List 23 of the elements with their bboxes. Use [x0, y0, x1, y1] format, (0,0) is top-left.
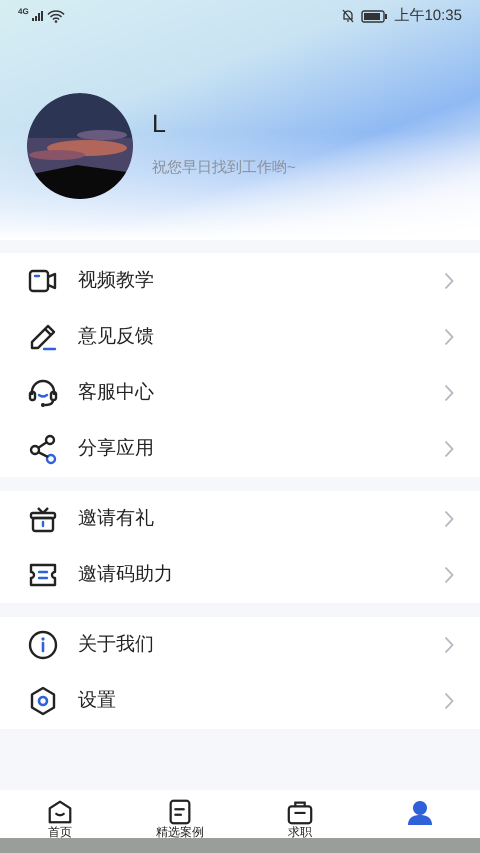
muted-bell-icon	[341, 9, 356, 23]
tab-item[interactable]: 首页	[0, 790, 120, 838]
signal-icon	[32, 11, 44, 21]
battery-icon	[361, 10, 388, 22]
network-label: 4G	[18, 6, 29, 18]
clock: 上午10:35	[394, 6, 462, 26]
person-icon	[405, 798, 435, 828]
user-tagline: 祝您早日找到工作哟~	[152, 158, 296, 178]
headset-icon	[27, 377, 59, 409]
tab-item[interactable]: 求职	[240, 790, 360, 838]
chevron-icon	[444, 384, 454, 402]
info-icon	[27, 629, 59, 661]
chevron-icon	[444, 328, 454, 346]
user-name: L	[152, 112, 167, 138]
chevron-icon	[444, 566, 454, 584]
chevron-icon	[444, 692, 454, 710]
chevron-icon	[444, 636, 454, 654]
tab-item[interactable]: 精选案例	[120, 790, 240, 838]
chevron-icon	[444, 440, 454, 458]
wifi-icon	[46, 10, 65, 22]
chevron-icon	[444, 510, 454, 528]
share-icon	[27, 433, 59, 465]
chevron-icon	[444, 272, 454, 290]
